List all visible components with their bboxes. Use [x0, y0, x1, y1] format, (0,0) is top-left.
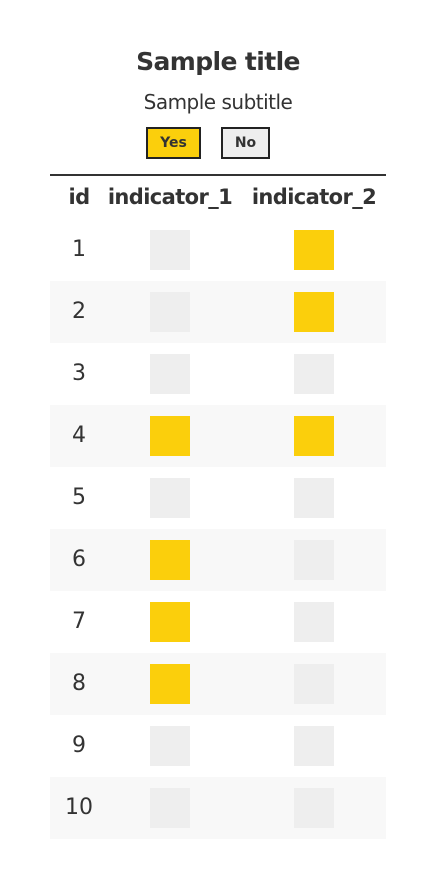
indicator-2-tile: [294, 664, 334, 704]
legend-key-yes: Yes: [146, 127, 201, 159]
table-body: 1 2 3 4 5 6 7 8 9 10: [50, 219, 386, 839]
row-id: 6: [72, 547, 86, 572]
row-id: 10: [65, 795, 93, 820]
table-row: 7: [50, 591, 386, 653]
row-id: 4: [72, 423, 86, 448]
indicator-1-tile: [150, 230, 190, 270]
row-id: 3: [72, 361, 86, 386]
row-id: 5: [72, 485, 86, 510]
indicator-1-tile: [150, 478, 190, 518]
indicator-2-tile: [294, 478, 334, 518]
indicator-2-tile: [294, 230, 334, 270]
table-row: 10: [50, 777, 386, 839]
table-row: 1: [50, 219, 386, 281]
table-row: 2: [50, 281, 386, 343]
table-row: 6: [50, 529, 386, 591]
indicator-1-tile: [150, 664, 190, 704]
row-id: 9: [72, 733, 86, 758]
column-header-indicator-1: indicator_1: [107, 185, 233, 209]
row-id: 8: [72, 671, 86, 696]
row-id: 7: [72, 609, 86, 634]
indicator-1-tile: [150, 540, 190, 580]
row-id: 2: [72, 299, 86, 324]
table-row: 3: [50, 343, 386, 405]
column-header-indicator-2: indicator_2: [251, 185, 377, 209]
indicator-2-tile: [294, 788, 334, 828]
indicator-1-tile: [150, 416, 190, 456]
table-row: 5: [50, 467, 386, 529]
table-header: id indicator_1 indicator_2: [50, 176, 386, 218]
chart-title: Sample title: [136, 47, 300, 76]
indicator-1-tile: [150, 292, 190, 332]
table-row: 8: [50, 653, 386, 715]
table-row: 9: [50, 715, 386, 777]
legend: Yes No: [0, 127, 436, 163]
indicator-1-tile: [150, 354, 190, 394]
indicator-2-tile: [294, 726, 334, 766]
row-id: 1: [72, 237, 86, 262]
indicator-2-tile: [294, 354, 334, 394]
indicator-1-tile: [150, 602, 190, 642]
indicator-1-tile: [150, 726, 190, 766]
indicator-2-tile: [294, 292, 334, 332]
chart-subtitle: Sample subtitle: [143, 90, 293, 114]
indicator-1-tile: [150, 788, 190, 828]
indicator-2-tile: [294, 416, 334, 456]
indicator-2-tile: [294, 602, 334, 642]
table-row: 4: [50, 405, 386, 467]
indicator-2-tile: [294, 540, 334, 580]
legend-key-no: No: [221, 127, 270, 159]
